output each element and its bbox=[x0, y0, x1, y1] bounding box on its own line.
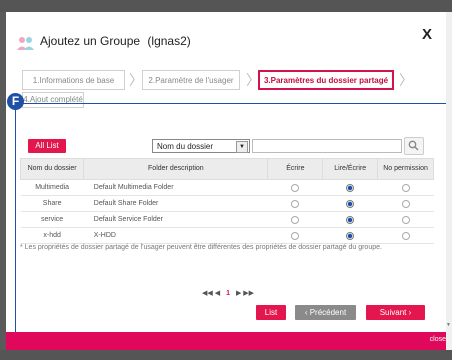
top-bar bbox=[0, 0, 452, 12]
dialog-title-text: Ajoutez un Groupe bbox=[40, 34, 141, 48]
col-write: Écrire bbox=[267, 158, 324, 180]
close-icon[interactable]: X bbox=[422, 26, 432, 43]
no-permission-radio[interactable] bbox=[401, 183, 410, 192]
previous-button[interactable]: ‹ Précédent bbox=[295, 305, 356, 320]
annotation-line-vertical bbox=[15, 108, 16, 340]
dialog-header: Ajoutez un Groupe (lgnas2) X bbox=[6, 12, 446, 64]
group-icon bbox=[16, 34, 36, 52]
list-button[interactable]: List bbox=[256, 305, 286, 320]
no-permission-radio[interactable] bbox=[401, 199, 410, 208]
folder-description: X-HDD bbox=[83, 227, 268, 244]
table-row: Share Default Share Folder bbox=[20, 195, 434, 212]
col-folder-description: Folder description bbox=[83, 158, 269, 180]
table-row: x-hdd X-HDD bbox=[20, 227, 434, 244]
last-page-icon[interactable]: ▶▶ bbox=[243, 290, 254, 297]
step-basic-info[interactable]: 1.Informations de base bbox=[22, 70, 125, 90]
first-page-icon[interactable]: ◀◀ bbox=[202, 290, 213, 297]
folder-filter-select[interactable]: Nom du dossier ▼ bbox=[152, 139, 250, 153]
folder-description: Default Service Folder bbox=[83, 211, 268, 228]
folder-description: Default Multimedia Folder bbox=[83, 179, 268, 196]
step-shared-folder[interactable]: 3.Paramètres du dossier partagé bbox=[258, 70, 394, 90]
read-write-radio[interactable] bbox=[346, 231, 355, 240]
col-no-permission: No permission bbox=[377, 158, 434, 180]
shared-folder-table: Nom du dossier Folder description Écrire… bbox=[19, 158, 434, 244]
write-radio[interactable] bbox=[291, 183, 300, 192]
dialog-title: Ajoutez un Groupe (lgnas2) bbox=[40, 34, 191, 48]
read-write-radio[interactable] bbox=[346, 183, 355, 192]
chevron-down-icon: ▼ bbox=[236, 141, 248, 153]
table-row: service Default Service Folder bbox=[20, 211, 434, 228]
folder-name: Multimedia bbox=[20, 179, 84, 196]
write-radio[interactable] bbox=[291, 199, 300, 208]
folder-name: x-hdd bbox=[20, 227, 84, 244]
step-arrow-icon: 〉 bbox=[129, 72, 143, 88]
read-write-radio[interactable] bbox=[346, 199, 355, 208]
folder-filter-value: Nom du dossier bbox=[157, 142, 214, 151]
folder-description: Default Share Folder bbox=[83, 195, 268, 212]
footer-bar: close bbox=[6, 332, 446, 350]
scroll-down-icon[interactable]: ▼ bbox=[446, 322, 452, 330]
table-row: Multimedia Default Multimedia Folder bbox=[20, 179, 434, 196]
search-icon bbox=[408, 140, 419, 151]
next-page-icon[interactable]: ▶ bbox=[236, 290, 241, 297]
footer-close-label[interactable]: close bbox=[430, 336, 446, 343]
next-button[interactable]: Suivant › bbox=[366, 305, 425, 320]
folder-name: service bbox=[20, 211, 84, 228]
col-read-write: Lire/Écrire bbox=[322, 158, 379, 180]
annotation-line-horizontal bbox=[16, 103, 448, 104]
no-permission-radio[interactable] bbox=[401, 231, 410, 240]
pagination: ◀◀ ◀ 1 ▶ ▶▶ bbox=[202, 289, 254, 297]
step-arrow-icon: 〉 bbox=[399, 72, 413, 88]
read-write-radio[interactable] bbox=[346, 215, 355, 224]
search-input[interactable] bbox=[252, 139, 402, 153]
bottom-bar bbox=[0, 350, 452, 360]
current-page[interactable]: 1 bbox=[226, 290, 230, 297]
scrollbar[interactable]: ▼ bbox=[446, 12, 452, 350]
step-user-settings[interactable]: 2.Paramètre de l'usager bbox=[142, 70, 240, 90]
prev-page-icon[interactable]: ◀ bbox=[215, 290, 220, 297]
step-complete[interactable]: 4.Ajout complété bbox=[22, 92, 84, 108]
all-list-button[interactable]: All List bbox=[28, 139, 66, 153]
permission-note: * Les propriétés de dossier partagé de l… bbox=[20, 244, 382, 251]
wizard-steps: 1.Informations de base 〉 2.Paramètre de … bbox=[22, 70, 432, 126]
folder-name: Share bbox=[20, 195, 84, 212]
write-radio[interactable] bbox=[291, 215, 300, 224]
group-name: (lgnas2) bbox=[147, 34, 191, 48]
add-group-dialog: Ajoutez un Groupe (lgnas2) X 1.Informati… bbox=[6, 12, 446, 350]
search-button[interactable] bbox=[404, 137, 424, 155]
write-radio[interactable] bbox=[291, 231, 300, 240]
col-folder-name: Nom du dossier bbox=[19, 158, 85, 180]
no-permission-radio[interactable] bbox=[401, 215, 410, 224]
